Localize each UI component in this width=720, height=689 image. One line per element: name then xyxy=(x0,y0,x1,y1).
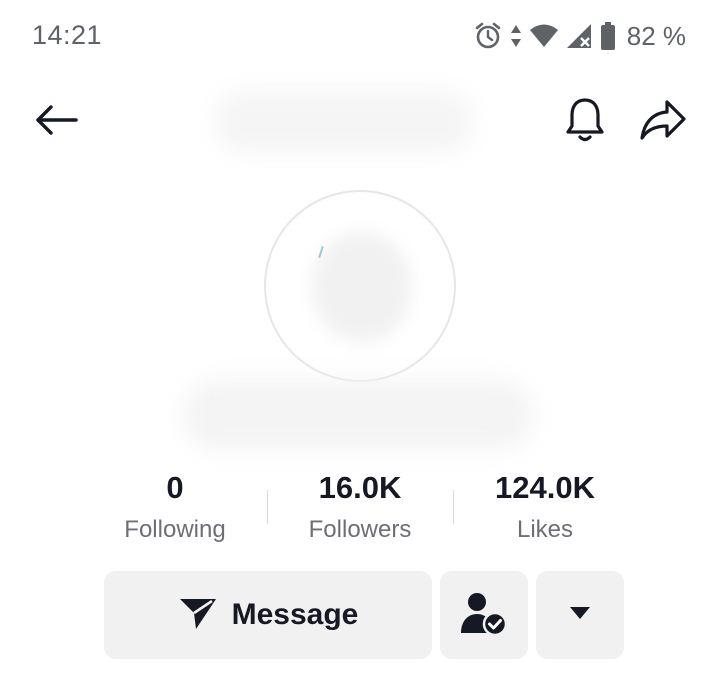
stat-followers[interactable]: 16.0K Followers xyxy=(270,466,450,550)
status-icons: 82 % xyxy=(473,18,686,54)
avatar-image-blurred xyxy=(312,232,412,342)
back-arrow-icon xyxy=(34,104,78,141)
bell-icon xyxy=(564,96,606,149)
status-bar: 14:21 82 % xyxy=(0,0,720,72)
share-button[interactable] xyxy=(636,96,690,148)
username-blurred xyxy=(182,380,534,450)
battery-percent: 82 % xyxy=(626,20,686,51)
followers-count: 16.0K xyxy=(318,470,402,505)
friend-status-button[interactable] xyxy=(440,571,528,659)
profile-actions: Message xyxy=(0,571,720,661)
cell-signal-no-service-icon xyxy=(565,22,593,50)
wifi-icon xyxy=(529,23,559,49)
alarm-icon xyxy=(473,21,503,51)
status-time: 14:21 xyxy=(32,20,103,50)
profile-stats: 0 Following 16.0K Followers 124.0K Likes xyxy=(0,466,720,556)
back-button[interactable] xyxy=(28,98,84,146)
battery-icon xyxy=(599,21,617,51)
followers-label: Followers xyxy=(308,516,412,543)
following-count: 0 xyxy=(166,470,184,505)
stat-divider xyxy=(453,490,454,524)
stat-following[interactable]: 0 Following xyxy=(85,466,265,550)
likes-count: 124.0K xyxy=(495,470,595,505)
likes-label: Likes xyxy=(516,516,574,543)
following-label: Following xyxy=(124,516,226,543)
stat-divider xyxy=(267,490,268,524)
message-button[interactable]: Message xyxy=(104,571,432,659)
more-options-button[interactable] xyxy=(536,571,624,659)
stat-likes[interactable]: 124.0K Likes xyxy=(455,466,635,550)
avatar[interactable] xyxy=(264,190,456,382)
friend-check-icon xyxy=(460,591,508,640)
share-icon xyxy=(639,99,687,146)
username-title-blurred xyxy=(214,90,474,154)
notification-bell-button[interactable] xyxy=(560,96,610,148)
data-transfer-icon xyxy=(509,22,523,50)
paper-plane-icon xyxy=(178,595,218,636)
top-nav xyxy=(0,84,720,160)
message-label: Message xyxy=(231,598,359,631)
caret-down-icon xyxy=(569,606,591,625)
